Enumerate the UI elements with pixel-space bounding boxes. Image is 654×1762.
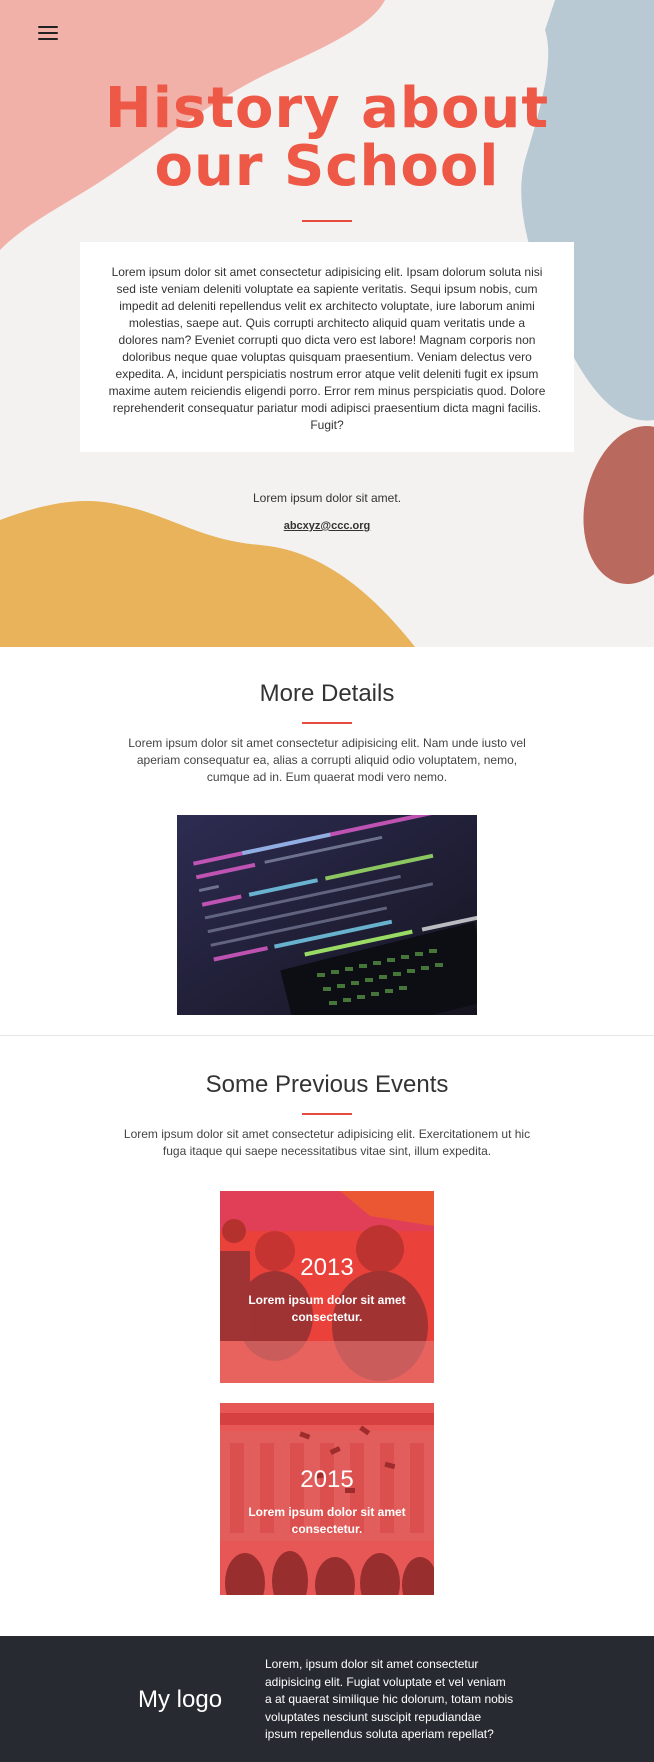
- event-card-2013[interactable]: 2013 Lorem ipsum dolor sit amet consecte…: [220, 1191, 434, 1383]
- event-description: Lorem ipsum dolor sit amet consectetur.: [248, 1505, 406, 1536]
- history-paragraph: Lorem ipsum dolor sit amet consectetur a…: [108, 265, 546, 432]
- history-card: Lorem ipsum dolor sit amet consectetur a…: [80, 242, 574, 452]
- footer-text: Lorem, ipsum dolor sit amet consectetur …: [265, 1657, 514, 1741]
- event-year: 2015: [300, 1466, 354, 1493]
- page-title-line-2: our School: [154, 134, 500, 199]
- event-year: 2013: [300, 1254, 354, 1281]
- event-card-2015[interactable]: 2015 Lorem ipsum dolor sit amet consecte…: [220, 1403, 434, 1595]
- details-title: More Details: [0, 680, 654, 708]
- title-underline: [302, 220, 352, 222]
- brown-blob: [583, 426, 654, 584]
- event-overlay: [220, 1191, 434, 1383]
- hero-subtext: Lorem ipsum dolor sit amet.: [252, 491, 402, 505]
- events-title: Some Previous Events: [0, 1071, 654, 1099]
- footer-logo[interactable]: My logo: [138, 1686, 222, 1714]
- events-text: Lorem ipsum dolor sit amet consectetur a…: [123, 1127, 531, 1158]
- code-laptop-image: [177, 815, 477, 1015]
- footer: My logo Lorem, ipsum dolor sit amet cons…: [0, 1636, 654, 1762]
- page-title: History about our School: [0, 80, 654, 196]
- section-divider: [0, 1035, 654, 1036]
- email-link[interactable]: abcxyz@ccc.org: [0, 520, 654, 532]
- events-underline: [302, 1113, 352, 1115]
- hamburger-menu-icon[interactable]: [38, 26, 58, 42]
- details-text: Lorem ipsum dolor sit amet consectetur a…: [128, 736, 526, 784]
- details-title-text: More Details: [259, 680, 395, 707]
- code-illustration: [177, 815, 477, 1015]
- event-overlay: [220, 1403, 434, 1595]
- details-underline: [302, 722, 352, 724]
- page-title-line-1: History about: [104, 76, 550, 141]
- hero-section: History about our School Lorem ipsum dol…: [0, 0, 654, 647]
- events-title-text: Some Previous Events: [205, 1071, 449, 1098]
- event-description: Lorem ipsum dolor sit amet consectetur.: [248, 1293, 406, 1324]
